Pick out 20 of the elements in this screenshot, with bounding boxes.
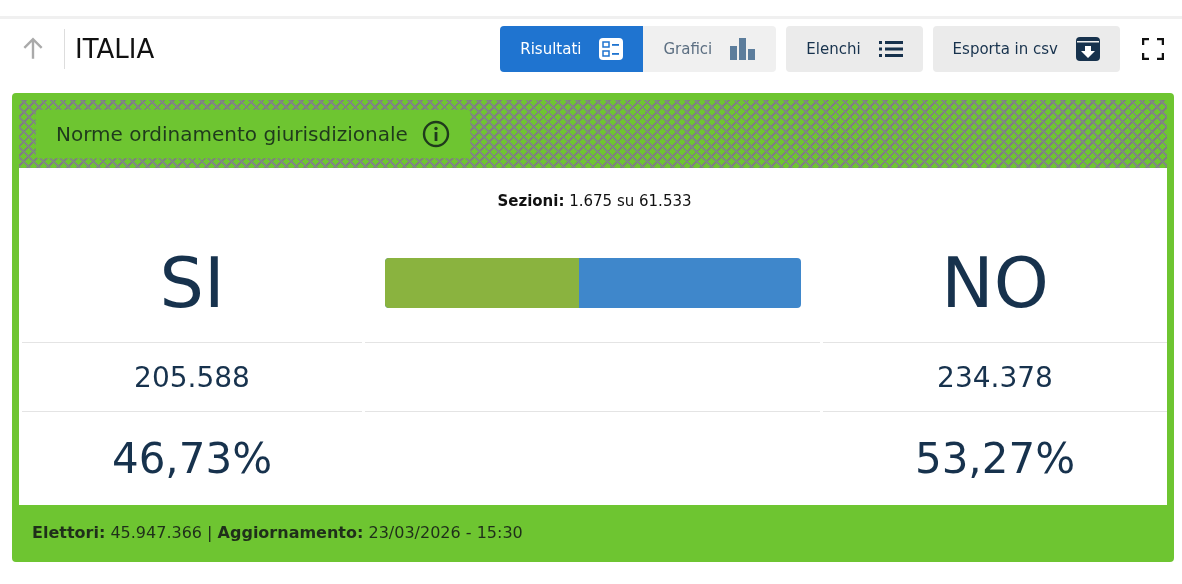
vote-count: 205.588 — [134, 360, 250, 394]
option-label: SI — [159, 242, 225, 324]
vote-percent: 53,27% — [914, 434, 1076, 483]
list-icon — [878, 40, 903, 57]
view-tab[interactable]: Risultati — [500, 25, 644, 72]
view-tab[interactable]: Grafici — [643, 25, 777, 72]
vote-percent: 46,73% — [111, 434, 273, 483]
sections-count: Sezioni: 1.675 su 61.533 — [496, 192, 693, 210]
export-button[interactable]: Esporta in csv — [932, 25, 1120, 72]
list-button[interactable]: Elenchi — [786, 25, 923, 72]
page-title: ITALIA — [75, 33, 156, 64]
question-title: Norme ordinamento giurisdizionale — [56, 122, 408, 146]
fullscreen-icon[interactable] — [1142, 37, 1164, 60]
footer-info: Elettori: 45.947.366 | Aggiornamento: 23/03/2026 - 15:30 — [31, 522, 524, 544]
vote-count: 234.378 — [937, 360, 1053, 394]
info-icon[interactable] — [421, 120, 450, 148]
checklist-icon — [599, 37, 624, 60]
download-box-icon — [1076, 36, 1100, 61]
option-label: NO — [941, 242, 1049, 324]
bar-chart-icon — [730, 37, 757, 60]
